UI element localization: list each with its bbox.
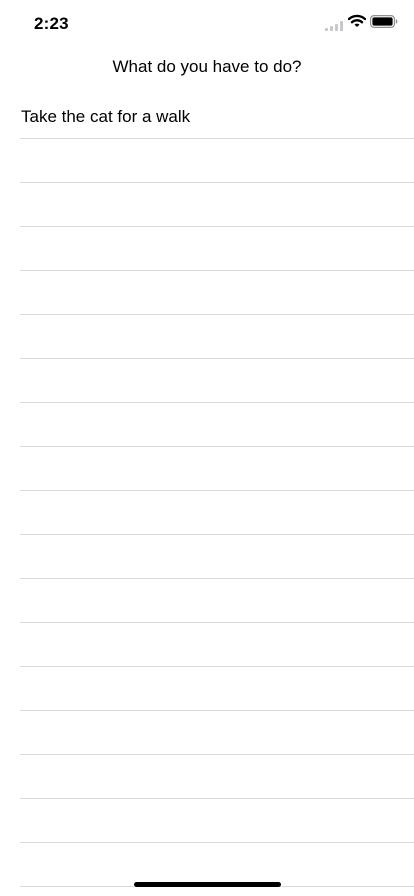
todo-row[interactable] — [20, 535, 414, 579]
todo-row[interactable] — [20, 183, 414, 227]
home-indicator[interactable] — [134, 882, 281, 887]
todo-row[interactable] — [20, 139, 414, 183]
wifi-icon — [348, 14, 366, 27]
todo-row[interactable] — [20, 227, 414, 271]
todo-list: Take the cat for a walk — [20, 96, 414, 887]
battery-icon — [370, 15, 398, 28]
todo-row[interactable] — [20, 579, 414, 623]
todo-row[interactable] — [20, 799, 414, 843]
todo-row[interactable] — [20, 271, 414, 315]
todo-row[interactable] — [20, 623, 414, 667]
todo-row[interactable] — [20, 491, 414, 535]
todo-text: Take the cat for a walk — [21, 107, 191, 126]
todo-row[interactable] — [20, 359, 414, 403]
status-bar: 2:23 — [0, 0, 414, 47]
todo-row[interactable]: Take the cat for a walk — [20, 96, 414, 139]
todo-row[interactable] — [20, 447, 414, 491]
todo-row[interactable] — [20, 711, 414, 755]
status-time: 2:23 — [34, 14, 69, 33]
todo-row[interactable] — [20, 755, 414, 799]
todo-row[interactable] — [20, 667, 414, 711]
todo-row[interactable] — [20, 403, 414, 447]
todo-row[interactable] — [20, 315, 414, 359]
todo-row[interactable] — [20, 843, 414, 887]
nav-title: What do you have to do? — [112, 57, 302, 76]
signal-icon — [325, 21, 343, 31]
